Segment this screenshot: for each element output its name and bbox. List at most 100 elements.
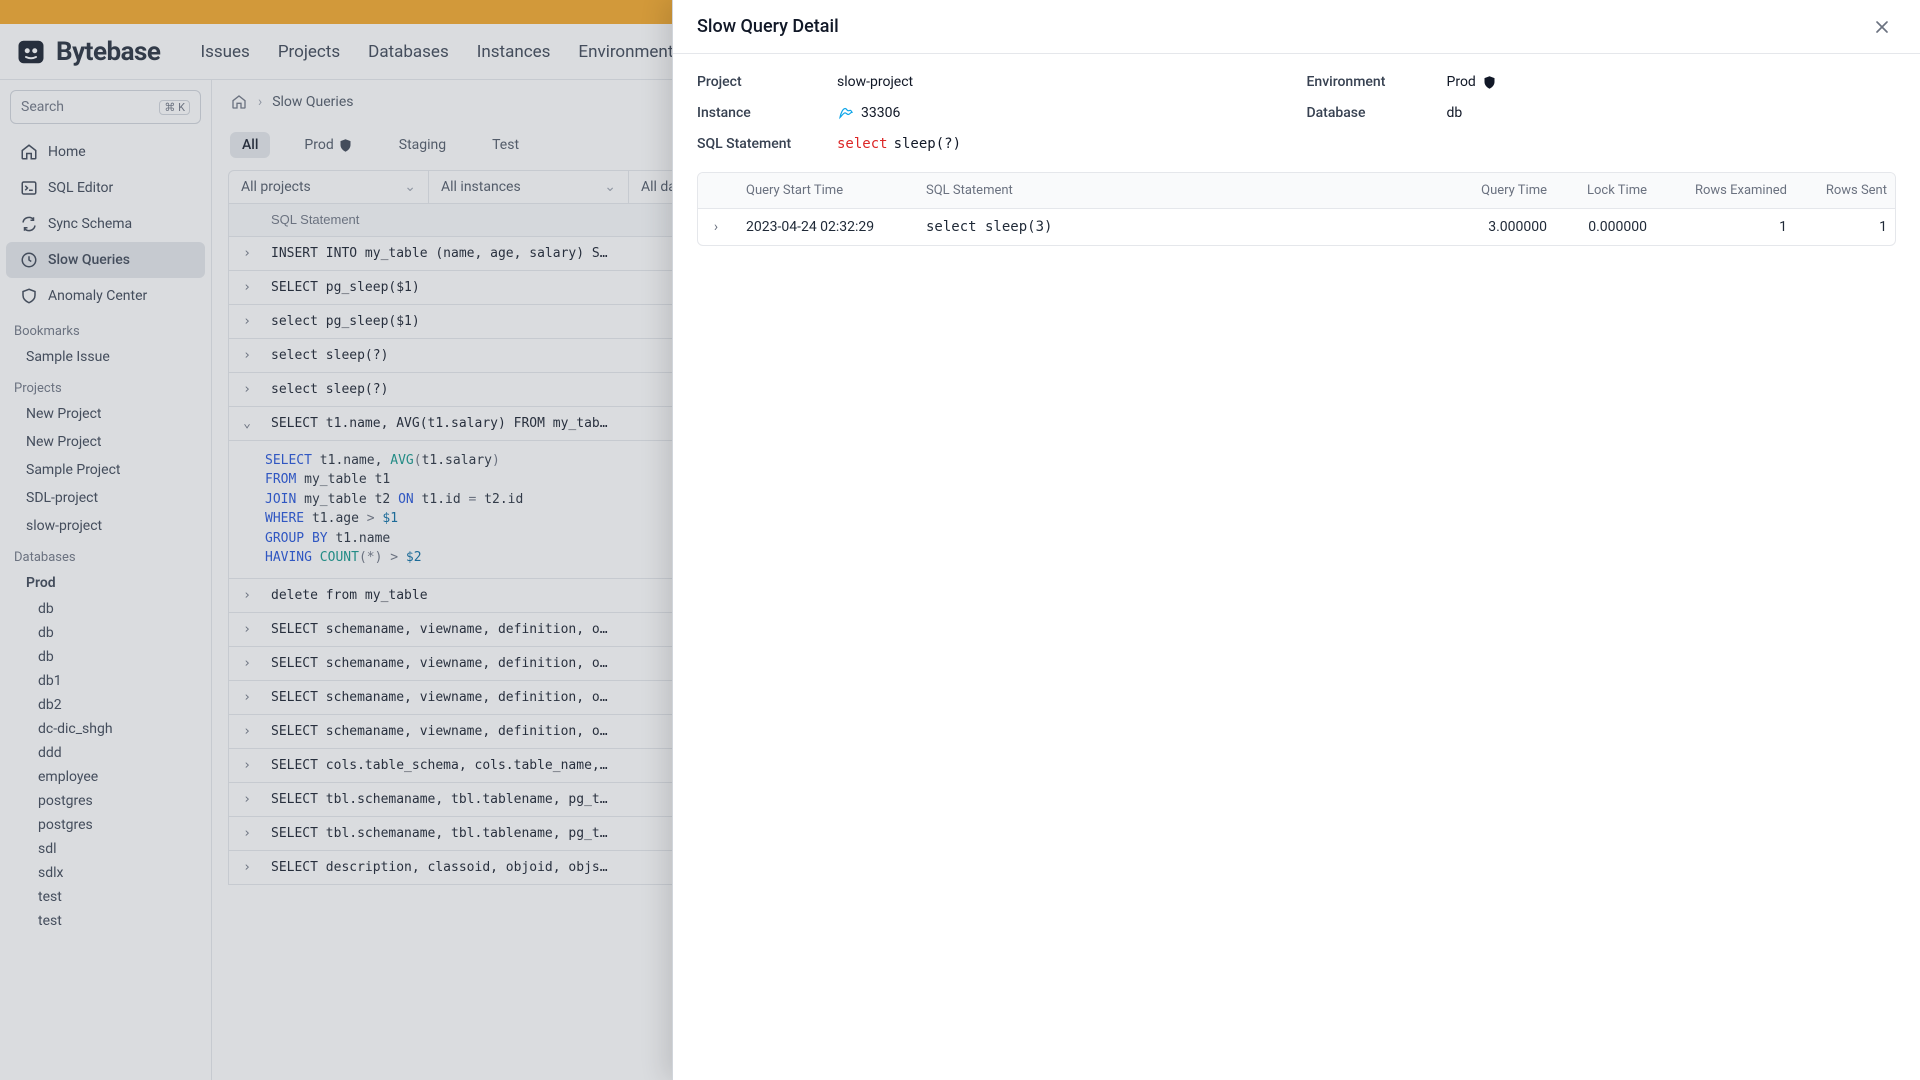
sidebar-project-item[interactable]: New Project — [0, 428, 211, 456]
tab-all[interactable]: All — [230, 132, 270, 158]
sidebar-project-item[interactable]: SDL-project — [0, 484, 211, 512]
expand-toggle[interactable]: › — [229, 280, 265, 295]
sidebar-item-label: Anomaly Center — [48, 288, 147, 304]
panel-header: Slow Query Detail — [673, 0, 1920, 54]
panel-query-table: Query Start Time SQL Statement Query Tim… — [697, 172, 1896, 246]
env-label: Prod — [1447, 74, 1476, 90]
home-icon[interactable] — [230, 93, 248, 111]
th-sql: SQL Statement — [918, 173, 1455, 208]
sidebar-project-item[interactable]: slow-project — [0, 512, 211, 540]
app-logo[interactable]: Bytebase — [16, 37, 160, 67]
expand-toggle[interactable]: › — [229, 758, 265, 773]
nav-item[interactable]: Projects — [278, 42, 340, 62]
sidebar-item-slow-queries[interactable]: Slow Queries — [6, 242, 205, 278]
tab-label: Prod — [304, 137, 333, 153]
sidebar-database-item[interactable]: postgres — [0, 789, 211, 813]
meta-instance-value[interactable]: 33306 — [837, 104, 1287, 122]
filter-label: All instances — [441, 179, 521, 195]
nav-item[interactable]: Environment — [578, 42, 673, 62]
expand-toggle[interactable]: › — [229, 314, 265, 329]
sidebar-project-item[interactable]: New Project — [0, 400, 211, 428]
filter-projects[interactable]: All projects ⌄ — [229, 171, 429, 203]
shield-check-icon — [338, 138, 353, 153]
shield-icon — [20, 287, 38, 305]
meta-database-value[interactable]: db — [1447, 105, 1897, 121]
tab-staging[interactable]: Staging — [387, 132, 458, 158]
sidebar-database-item[interactable]: dc-dic_shgh — [0, 717, 211, 741]
search-shortcut: ⌘ K — [159, 100, 190, 115]
expand-toggle[interactable]: › — [229, 690, 265, 705]
tab-prod[interactable]: Prod — [292, 132, 364, 158]
filter-label: All projects — [241, 179, 311, 195]
chevron-right-icon: › — [243, 622, 251, 637]
sidebar-project-item[interactable]: Sample Project — [0, 456, 211, 484]
sql-keyword: select — [837, 136, 888, 152]
expand-toggle[interactable]: › — [229, 656, 265, 671]
nav-item[interactable]: Issues — [200, 42, 249, 62]
panel-meta: Project slow-project Environment Prod In… — [673, 54, 1920, 160]
sidebar-database-item[interactable]: employee — [0, 765, 211, 789]
chevron-right-icon: › — [243, 382, 251, 397]
expand-toggle[interactable]: › — [229, 382, 265, 397]
chevron-right-icon: › — [243, 348, 251, 363]
sidebar-database-item[interactable]: ddd — [0, 741, 211, 765]
sidebar-item-label: SQL Editor — [48, 180, 113, 196]
meta-project-value[interactable]: slow-project — [837, 74, 1287, 90]
meta-env-value[interactable]: Prod — [1447, 74, 1897, 90]
nav-item[interactable]: Databases — [368, 42, 449, 62]
sidebar-database-item[interactable]: sdl — [0, 837, 211, 861]
filter-instances[interactable]: All instances⌄ — [429, 171, 629, 203]
sidebar-database-item[interactable]: test — [0, 885, 211, 909]
slow-query-detail-panel: Slow Query Detail Project slow-project E… — [672, 0, 1920, 1080]
breadcrumb-current: Slow Queries — [272, 94, 353, 110]
expand-toggle[interactable]: ⌄ — [229, 416, 265, 431]
expand-toggle[interactable]: › — [229, 622, 265, 637]
home-icon — [20, 143, 38, 161]
sidebar-item-sync-schema[interactable]: Sync Schema — [6, 206, 205, 242]
chevron-down-icon: ⌄ — [243, 416, 251, 431]
meta-database-key: Database — [1307, 105, 1427, 121]
sidebar-database-item[interactable]: db — [0, 645, 211, 669]
search-placeholder: Search — [21, 99, 64, 115]
sync-icon — [20, 215, 38, 233]
expand-toggle[interactable]: › — [229, 588, 265, 603]
sidebar-database-item[interactable]: db2 — [0, 693, 211, 717]
sidebar-database-item[interactable]: db — [0, 597, 211, 621]
panel-table-row[interactable]: › 2023-04-24 02:32:29 select sleep(3) 3.… — [698, 208, 1895, 245]
close-button[interactable] — [1868, 13, 1896, 41]
tab-test[interactable]: Test — [480, 132, 531, 158]
meta-sqlstmt-value: select sleep(?) — [837, 136, 1896, 152]
sidebar-section-bookmarks: Bookmarks — [0, 314, 211, 343]
sidebar-bookmark-item[interactable]: Sample Issue — [0, 343, 211, 371]
chevron-right-icon: › — [243, 246, 251, 261]
sidebar-database-item[interactable]: db1 — [0, 669, 211, 693]
nav-item[interactable]: Instances — [477, 42, 551, 62]
expand-toggle[interactable]: › — [229, 724, 265, 739]
expand-toggle[interactable]: › — [698, 209, 734, 245]
th-rex: Rows Examined — [1655, 173, 1795, 208]
expand-toggle[interactable]: › — [229, 826, 265, 841]
sidebar-database-item[interactable]: db — [0, 621, 211, 645]
panel-table-header: Query Start Time SQL Statement Query Tim… — [698, 173, 1895, 208]
sidebar: Search ⌘ K Home SQL Editor Sync Schema S… — [0, 80, 212, 1080]
expand-toggle[interactable]: › — [229, 246, 265, 261]
sidebar-item-home[interactable]: Home — [6, 134, 205, 170]
sidebar-database-item[interactable]: postgres — [0, 813, 211, 837]
meta-env-key: Environment — [1307, 74, 1427, 90]
meta-sqlstmt-key: SQL Statement — [697, 136, 817, 152]
sidebar-database-item[interactable]: test — [0, 909, 211, 933]
sidebar-database-item[interactable]: sdlx — [0, 861, 211, 885]
cell-rex: 1 — [1655, 209, 1795, 245]
sidebar-db-env[interactable]: Prod — [0, 569, 211, 597]
cell-rsent: 1 — [1795, 209, 1895, 245]
expand-toggle[interactable]: › — [229, 860, 265, 875]
sidebar-item-sql-editor[interactable]: SQL Editor — [6, 170, 205, 206]
sidebar-item-anomaly-center[interactable]: Anomaly Center — [6, 278, 205, 314]
sql-rest: sleep(?) — [894, 136, 961, 152]
chevron-right-icon: › — [243, 792, 251, 807]
expand-toggle[interactable]: › — [229, 792, 265, 807]
expand-toggle[interactable]: › — [229, 348, 265, 363]
chevron-right-icon: › — [243, 588, 251, 603]
search-input[interactable]: Search ⌘ K — [10, 90, 201, 124]
chevron-down-icon: ⌄ — [404, 179, 416, 195]
